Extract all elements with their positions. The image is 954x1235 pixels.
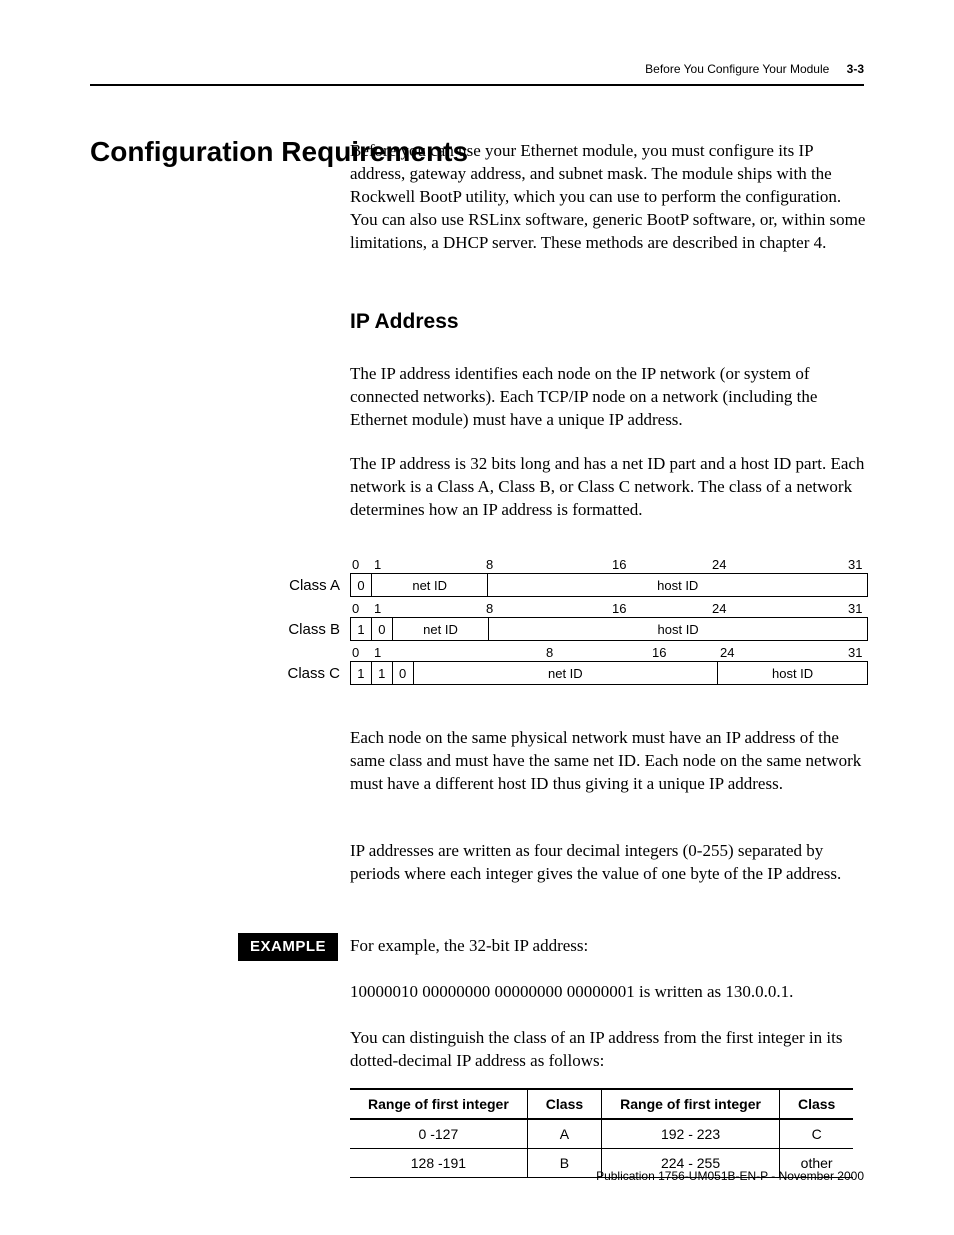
tick: 0 [352, 601, 359, 616]
bit-cell: 1 [372, 662, 393, 684]
running-section: 3-3 [847, 62, 864, 76]
bit-cell: 1 [351, 618, 372, 640]
host-id-cell: host ID [489, 618, 867, 640]
ip-class-diagram: Class A 0 1 8 16 24 31 0 net ID host ID … [280, 557, 870, 689]
bit-cell: 0 [351, 574, 372, 596]
running-head: Before You Configure Your Module 3-3 [645, 62, 864, 76]
paragraph-intro: Before you can use your Ethernet module,… [350, 140, 870, 255]
paragraph-net-id: Each node on the same physical network m… [350, 727, 870, 796]
th-class-1: Class [527, 1089, 601, 1119]
tick: 31 [848, 557, 862, 572]
tick: 24 [720, 645, 734, 660]
th-class-2: Class [779, 1089, 853, 1119]
class-a-label: Class A [280, 577, 340, 594]
tick: 8 [546, 645, 553, 660]
tick: 31 [848, 645, 862, 660]
td: 0 -127 [350, 1119, 527, 1149]
net-id-cell: net ID [393, 618, 489, 640]
table-row: 0 -127 A 192 - 223 C [350, 1119, 853, 1149]
td: 128 -191 [350, 1149, 527, 1178]
paragraph-ip-1: The IP address identifies each node on t… [350, 363, 870, 432]
host-id-cell: host ID [488, 574, 867, 596]
class-c-label: Class C [280, 665, 340, 682]
publication-footer: Publication 1756-UM051B-EN-P - November … [596, 1169, 864, 1183]
ip-class-table: Range of first integer Class Range of fi… [350, 1088, 853, 1178]
tick: 0 [352, 645, 359, 660]
bit-cell: 0 [372, 618, 393, 640]
class-b-label: Class B [280, 621, 340, 638]
host-id-cell: host ID [718, 662, 867, 684]
tick: 8 [486, 601, 493, 616]
th-range-1: Range of first integer [350, 1089, 527, 1119]
tick: 31 [848, 601, 862, 616]
bit-cell: 1 [351, 662, 372, 684]
td: 192 - 223 [602, 1119, 780, 1149]
divider-top [90, 84, 864, 86]
tick: 16 [612, 601, 626, 616]
net-id-cell: net ID [414, 662, 719, 684]
tick: 1 [374, 601, 381, 616]
paragraph-example-intro: For example, the 32-bit IP address: [350, 935, 870, 958]
paragraph-decimal: IP addresses are written as four decimal… [350, 840, 870, 886]
paragraph-example-bits: 10000010 00000000 00000000 00000001 is w… [350, 981, 870, 1004]
tick: 1 [374, 557, 381, 572]
bit-cell: 0 [393, 662, 414, 684]
td: C [779, 1119, 853, 1149]
example-badge: EXAMPLE [238, 933, 338, 961]
tick: 8 [486, 557, 493, 572]
tick: 16 [612, 557, 626, 572]
tick: 16 [652, 645, 666, 660]
tick: 1 [374, 645, 381, 660]
tick: 24 [712, 601, 726, 616]
net-id-cell: net ID [372, 574, 489, 596]
td: B [527, 1149, 601, 1178]
tick: 0 [352, 557, 359, 572]
tick: 24 [712, 557, 726, 572]
td: A [527, 1119, 601, 1149]
heading-ip-address: IP Address [350, 310, 459, 334]
running-title: Before You Configure Your Module [645, 62, 829, 76]
paragraph-class-intro: You can distinguish the class of an IP a… [350, 1027, 870, 1073]
paragraph-ip-2: The IP address is 32 bits long and has a… [350, 453, 870, 522]
th-range-2: Range of first integer [602, 1089, 780, 1119]
